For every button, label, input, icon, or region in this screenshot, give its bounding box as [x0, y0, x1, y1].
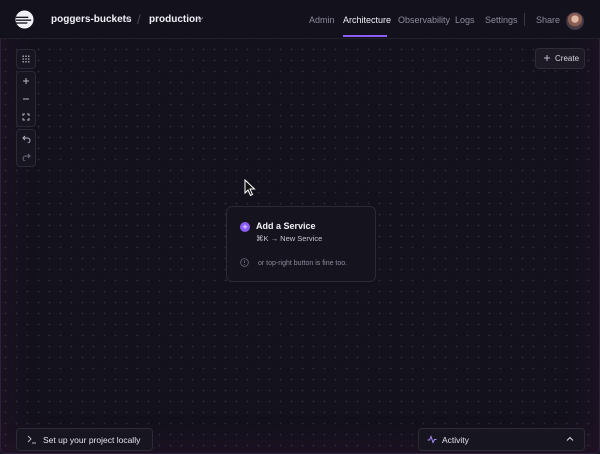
- breadcrumb-separator: /: [137, 12, 141, 27]
- mouse-cursor-icon: [244, 179, 256, 197]
- info-icon: [240, 258, 249, 267]
- activity-label: Activity: [442, 435, 469, 445]
- undo-button[interactable]: [17, 131, 35, 147]
- plus-icon: [544, 55, 550, 61]
- terminal-icon: [27, 435, 36, 444]
- top-navigation: poggers-buckets / production Admin Archi…: [0, 0, 600, 39]
- add-service-card[interactable]: + Add a Service ⌘K → New Service or top-…: [226, 206, 376, 282]
- layout-toolgroup: [16, 49, 36, 69]
- app-logo-icon[interactable]: [15, 10, 34, 29]
- chevron-up-icon: [566, 436, 574, 441]
- zoom-out-button[interactable]: [17, 91, 35, 107]
- nav-divider: [524, 13, 525, 26]
- tab-observability[interactable]: Observability: [398, 15, 450, 25]
- zoom-in-icon: [23, 78, 29, 84]
- add-service-plus-icon: +: [240, 222, 250, 232]
- setup-local-label: Set up your project locally: [43, 435, 141, 445]
- undo-icon: [21, 135, 30, 143]
- project-name[interactable]: poggers-buckets: [51, 14, 132, 25]
- tab-architecture[interactable]: Architecture: [343, 15, 391, 25]
- zoom-toolgroup: [16, 71, 36, 127]
- fit-view-icon: [22, 113, 30, 121]
- add-service-title: Add a Service: [256, 221, 316, 231]
- add-service-shortcut: ⌘K → New Service: [256, 234, 323, 243]
- avatar[interactable]: [566, 12, 584, 30]
- active-tab-indicator: [343, 35, 387, 37]
- create-button-label: Create: [555, 54, 580, 63]
- grid-icon: [22, 55, 30, 63]
- activity-panel-toggle[interactable]: Activity: [418, 428, 585, 451]
- setup-local-button[interactable]: Set up your project locally: [16, 428, 153, 451]
- environment-name[interactable]: production: [149, 14, 201, 25]
- redo-button[interactable]: [17, 149, 35, 165]
- tab-admin[interactable]: Admin: [309, 15, 335, 25]
- zoom-out-icon: [23, 98, 29, 100]
- tab-logs[interactable]: Logs: [455, 15, 475, 25]
- activity-icon: [427, 435, 437, 444]
- tab-settings[interactable]: Settings: [485, 15, 518, 25]
- history-toolgroup: [16, 129, 36, 167]
- add-service-hint: or top-right button is fine too.: [258, 260, 348, 267]
- grid-button[interactable]: [17, 51, 35, 67]
- environment-chevron-down-icon[interactable]: [196, 16, 204, 22]
- share-button[interactable]: Share: [536, 15, 560, 25]
- fit-view-button[interactable]: [17, 109, 35, 125]
- zoom-in-button[interactable]: [17, 73, 35, 89]
- redo-icon: [22, 153, 31, 161]
- create-button[interactable]: Create: [535, 48, 585, 69]
- project-chevron-down-icon[interactable]: [124, 16, 132, 22]
